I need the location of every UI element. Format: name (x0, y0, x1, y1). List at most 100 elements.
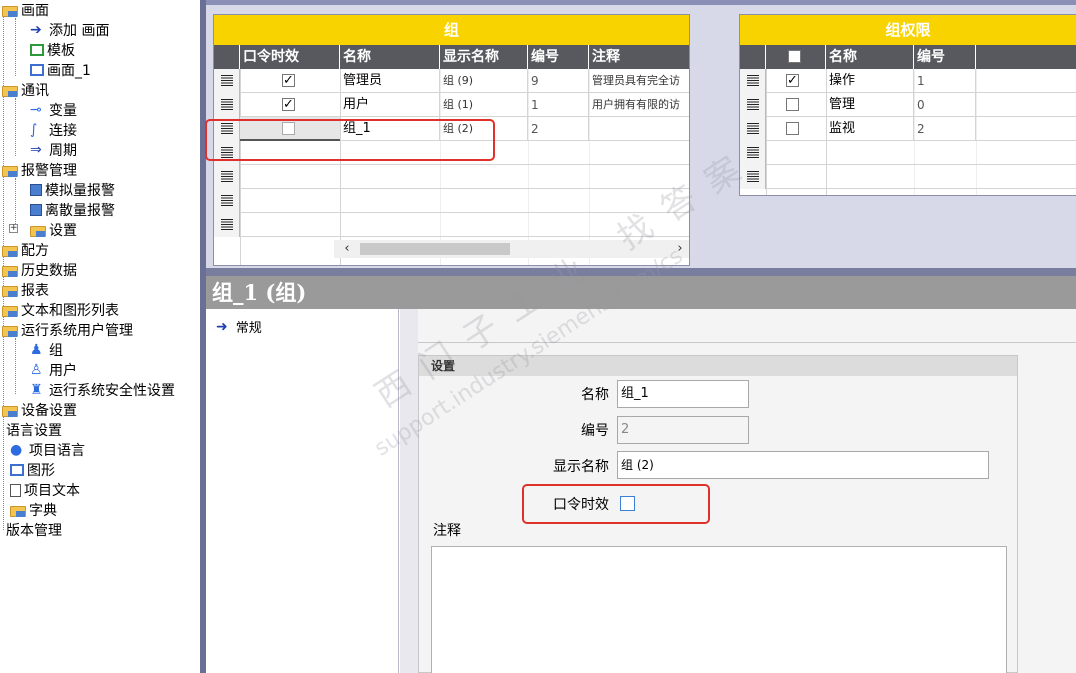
permission-checkbox[interactable] (786, 98, 799, 111)
column-header-display-name[interactable]: 显示名称 (440, 45, 528, 69)
display-name-field[interactable]: 组 (2) (617, 451, 989, 479)
column-header-name[interactable]: 名称 (340, 45, 440, 69)
cell-comment[interactable]: 管理员具有完全访 (589, 69, 689, 93)
row-handle-icon[interactable] (214, 93, 240, 117)
permissions-table-title: 组权限 (740, 15, 1076, 45)
cell-name[interactable]: 监视 (826, 117, 914, 141)
table-row-empty[interactable] (740, 141, 1076, 165)
row-handle-icon[interactable] (740, 69, 766, 93)
cell-comment[interactable]: 用户拥有有限的访 (589, 93, 689, 117)
column-header-comment[interactable]: 注释 (589, 45, 689, 69)
comment-textarea[interactable] (431, 546, 1007, 673)
horizontal-scrollbar[interactable]: ‹ › (334, 240, 689, 258)
column-header-number[interactable]: 编号 (914, 45, 976, 69)
row-handle-icon[interactable] (214, 69, 240, 93)
row-handle (214, 165, 240, 189)
permission-checkbox[interactable] (786, 122, 799, 135)
tree-item-runtime-security[interactable]: ♜ 运行系统安全性设置 (30, 380, 175, 400)
cell-number[interactable]: 0 (914, 93, 976, 117)
groups-table-title: 组 (214, 15, 689, 45)
cell-name[interactable]: 操作 (826, 69, 914, 93)
tree-item-runtime-user-admin[interactable]: 运行系统用户管理 (2, 320, 133, 340)
tree-item-screens[interactable]: 画面 (2, 0, 49, 20)
highlight-box-password-aging (522, 484, 710, 524)
settings-icon (30, 225, 46, 237)
tree-item-screen-1[interactable]: 画面_1 (30, 60, 91, 80)
tree-item-discrete-alarms[interactable]: 离散量报警 (30, 200, 115, 220)
table-row-empty[interactable] (214, 165, 689, 189)
tree-item-reports[interactable]: 报表 (2, 280, 49, 300)
table-row[interactable]: ✓ 操作 1 (740, 69, 1076, 93)
table-row[interactable]: 管理 0 (740, 93, 1076, 117)
cell-number[interactable]: 1 (528, 93, 589, 117)
cell-comment[interactable] (589, 117, 689, 141)
tree-item-connections[interactable]: ∫ 连接 (30, 120, 77, 140)
editor-top-strip (206, 0, 1076, 5)
row-handle-icon[interactable] (740, 93, 766, 117)
password-aging-checkbox[interactable]: ✓ (282, 98, 295, 111)
historical-data-icon (2, 265, 18, 277)
tree-item-recipes[interactable]: 配方 (2, 240, 49, 260)
tree-item-users[interactable]: ♙ 用户 (30, 360, 77, 380)
tree-item-project-languages[interactable]: ● 项目语言 (10, 440, 85, 460)
table-row[interactable]: ✓ 管理员 组 (9) 9 管理员具有完全访 (214, 69, 689, 93)
cell-number[interactable]: 2 (914, 117, 976, 141)
tree-item-project-texts[interactable]: 项目文本 (10, 480, 80, 500)
tree-item-historical-data[interactable]: 历史数据 (2, 260, 77, 280)
folder-icon (2, 5, 18, 17)
text-graphic-list-icon (2, 305, 18, 317)
column-header-password-aging[interactable]: 口令时效 (240, 45, 340, 69)
cell-number[interactable]: 1 (914, 69, 976, 93)
tree-item-alarm-settings[interactable]: 设置 (30, 220, 77, 240)
tree-item-tags[interactable]: ⊸ 变量 (30, 100, 77, 120)
password-aging-checkbox[interactable]: ✓ (282, 74, 295, 87)
row-handle (740, 165, 766, 189)
cell-number[interactable]: 9 (528, 69, 589, 93)
cell-display-name[interactable]: 组 (1) (440, 93, 528, 117)
tree-item-add-screen[interactable]: ➔ 添加 画面 (30, 20, 109, 40)
user-admin-icon (2, 325, 18, 337)
column-header-number[interactable]: 编号 (528, 45, 589, 69)
table-row-empty[interactable] (214, 189, 689, 213)
name-field[interactable]: 组_1 (617, 380, 749, 408)
comment-label: 注释 (433, 523, 461, 539)
cell-name[interactable]: 用户 (340, 93, 440, 117)
scrollbar-thumb[interactable] (360, 243, 510, 255)
groups-editor: 组 口令时效 名称 显示名称 编号 注释 ✓ 管理员 组 (9) 9 管理员具有… (205, 0, 1076, 268)
table-row[interactable]: ✓ 用户 组 (1) 1 用户拥有有限的访 (214, 93, 689, 117)
tree-item-device-settings[interactable]: 设备设置 (2, 400, 77, 420)
table-row[interactable]: 监视 2 (740, 117, 1076, 141)
tree-item-groups[interactable]: ♟ 组 (30, 340, 63, 360)
cell-number[interactable]: 2 (528, 117, 589, 141)
header-row-handle (740, 45, 766, 69)
row-handle-icon[interactable] (740, 117, 766, 141)
tree-item-version-management[interactable]: 版本管理 (6, 520, 62, 540)
expand-icon[interactable]: + (9, 224, 18, 233)
column-header-name[interactable]: 名称 (826, 45, 914, 69)
scroll-left-icon[interactable]: ‹ (338, 240, 356, 258)
graphics-icon (10, 464, 24, 476)
tree-item-dictionaries[interactable]: 字典 (10, 500, 57, 520)
horizontal-splitter[interactable] (206, 268, 1076, 276)
tree-item-communication[interactable]: 通讯 (2, 80, 49, 100)
settings-section-title: 设置 (419, 356, 1017, 376)
tree-item-alarm-management[interactable]: 报警管理 (2, 160, 77, 180)
cell-name[interactable]: 管理 (826, 93, 914, 117)
permission-checkbox[interactable]: ✓ (786, 74, 799, 87)
number-field: 2 (617, 416, 749, 444)
tree-item-text-graphic-lists[interactable]: 文本和图形列表 (2, 300, 119, 320)
table-row-empty[interactable] (214, 213, 689, 237)
tree-item-cycles[interactable]: ⇒ 周期 (30, 140, 77, 160)
nav-item-general[interactable]: ➜ 常规 (216, 317, 262, 337)
scroll-right-icon[interactable]: › (671, 240, 689, 258)
tree-item-template[interactable]: 模板 (30, 40, 75, 60)
screen-icon (30, 64, 44, 76)
tree-item-language-settings[interactable]: 语言设置 (6, 420, 62, 440)
cell-name[interactable]: 管理员 (340, 69, 440, 93)
select-all-checkbox[interactable] (788, 50, 801, 63)
tree-item-graphics[interactable]: 图形 (10, 460, 55, 480)
table-row-empty[interactable] (740, 165, 1076, 189)
column-header-select-all[interactable] (766, 45, 826, 69)
cell-display-name[interactable]: 组 (9) (440, 69, 528, 93)
tree-item-analog-alarms[interactable]: 模拟量报警 (30, 180, 115, 200)
